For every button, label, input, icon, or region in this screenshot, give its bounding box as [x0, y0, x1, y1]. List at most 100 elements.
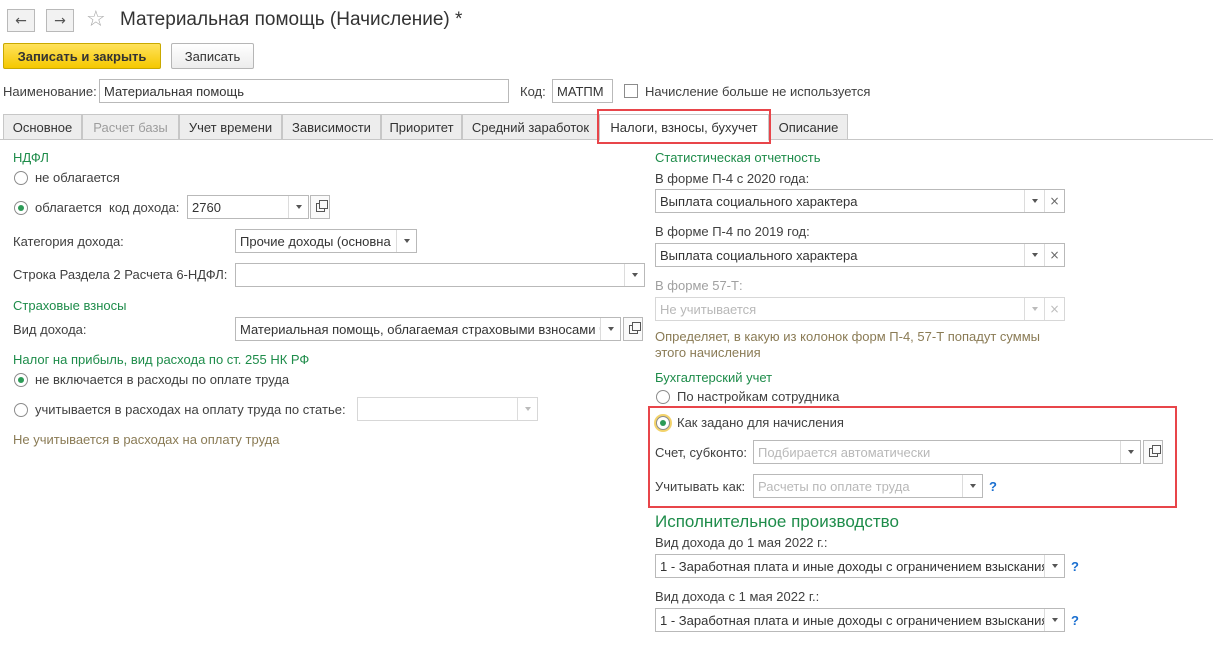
chevron-down-icon[interactable]	[517, 398, 537, 420]
f57-placeholder: Не учитывается	[660, 301, 757, 317]
enforcement-section-title: Исполнительное производство	[655, 512, 899, 531]
tab-dependencies[interactable]: Зависимости	[282, 114, 381, 140]
open-form-icon	[628, 321, 641, 334]
f57-label: В форме 57-Т:	[655, 278, 743, 293]
category-select[interactable]: Прочие доходы (основна	[235, 229, 417, 253]
chevron-down-icon[interactable]	[288, 196, 308, 218]
clear-icon[interactable]: ×	[1044, 298, 1064, 320]
arrow-left-icon: ←	[15, 12, 27, 29]
unused-checkbox[interactable]	[624, 84, 638, 98]
star-icon[interactable]: ☆	[86, 7, 106, 32]
by-employee-label: По настройкам сотрудника	[677, 389, 840, 404]
included-label: учитывается в расходах на оплату труда п…	[35, 402, 346, 417]
code-input[interactable]: МАТПМ	[552, 79, 613, 103]
before-may-label: Вид дохода до 1 мая 2022 г.:	[655, 535, 828, 550]
tab-base-calc[interactable]: Расчет базы	[82, 114, 179, 140]
after-may-label: Вид дохода с 1 мая 2022 г.:	[655, 589, 820, 604]
save-and-close-button[interactable]: Записать и закрыть	[3, 43, 161, 69]
before-may-select[interactable]: 1 - Заработная плата и иные доходы с огр…	[655, 554, 1065, 578]
account-label: Счет, субконто:	[655, 445, 748, 460]
insurance-income-type-label: Вид дохода:	[13, 322, 87, 337]
income-code-label: код дохода:	[109, 200, 180, 215]
p4-2020-value: Выплата социального характера	[660, 193, 858, 209]
clear-icon[interactable]: ×	[1044, 190, 1064, 212]
chevron-down-icon[interactable]	[962, 475, 982, 497]
treat-as-label: Учитывать как:	[655, 479, 746, 494]
back-button[interactable]: ←	[7, 9, 35, 32]
open-form-icon	[1148, 444, 1161, 457]
expense-article-select[interactable]	[357, 397, 538, 421]
not-included-label: не включается в расходы по оплате труда	[35, 372, 290, 387]
tab-taxes[interactable]: Налоги, взносы, бухучет	[599, 114, 769, 141]
name-value: Материальная помощь	[104, 83, 245, 99]
p4-2019-label: В форме П-4 по 2019 год:	[655, 224, 810, 239]
forward-button[interactable]: →	[46, 9, 74, 32]
code-value: МАТПМ	[557, 83, 604, 99]
tab-priority[interactable]: Приоритет	[381, 114, 462, 140]
tab-main[interactable]: Основное	[3, 114, 82, 140]
line-6ndfl-label: Строка Раздела 2 Расчета 6-НДФЛ:	[13, 267, 228, 282]
ndfl-taxed-label: облагается	[35, 200, 102, 215]
tab-time-accounting[interactable]: Учет времени	[179, 114, 282, 140]
tab-description[interactable]: Описание	[769, 114, 848, 140]
treat-as-placeholder: Расчеты по оплате труда	[758, 478, 910, 494]
as-set-label: Как задано для начисления	[677, 415, 844, 430]
included-radio[interactable]	[14, 403, 28, 417]
profit-tax-section-title: Налог на прибыль, вид расхода по ст. 255…	[13, 352, 310, 367]
name-input[interactable]: Материальная помощь	[99, 79, 509, 103]
category-label: Категория дохода:	[13, 234, 124, 249]
line-6ndfl-select[interactable]	[235, 263, 645, 287]
save-button[interactable]: Записать	[171, 43, 254, 69]
treat-as-select[interactable]: Расчеты по оплате труда	[753, 474, 983, 498]
before-may-value: 1 - Заработная плата и иные доходы с огр…	[660, 558, 1044, 574]
after-may-value: 1 - Заработная плата и иные доходы с огр…	[660, 612, 1044, 628]
p4-2019-select[interactable]: Выплата социального характера ×	[655, 243, 1065, 267]
chevron-down-icon[interactable]	[600, 318, 620, 340]
treat-as-help-icon[interactable]: ?	[989, 479, 997, 494]
profit-tax-note: Не учитывается в расходах на оплату труд…	[13, 432, 280, 447]
accounting-section-title: Бухгалтерский учет	[655, 370, 773, 385]
open-form-icon	[315, 199, 328, 212]
chevron-down-icon[interactable]	[1120, 441, 1140, 463]
income-code-open-button[interactable]	[310, 195, 330, 219]
before-may-help-icon[interactable]: ?	[1071, 559, 1079, 574]
clear-icon[interactable]: ×	[1044, 244, 1064, 266]
account-select[interactable]: Подбирается автоматически	[753, 440, 1141, 464]
chevron-down-icon[interactable]	[1044, 609, 1064, 631]
chevron-down-icon[interactable]	[624, 264, 644, 286]
f57-select[interactable]: Не учитывается ×	[655, 297, 1065, 321]
account-placeholder: Подбирается автоматически	[758, 444, 931, 460]
chevron-down-icon[interactable]	[1024, 298, 1044, 320]
page-title: Материальная помощь (Начисление) *	[120, 9, 463, 30]
category-value: Прочие доходы (основна	[240, 233, 391, 249]
after-may-select[interactable]: 1 - Заработная плата и иные доходы с огр…	[655, 608, 1065, 632]
account-open-button[interactable]	[1143, 440, 1163, 464]
as-set-radio[interactable]	[656, 416, 670, 430]
chevron-down-icon[interactable]	[1024, 244, 1044, 266]
ndfl-section-title: НДФЛ	[13, 150, 49, 165]
tab-average-earnings[interactable]: Средний заработок	[462, 114, 599, 140]
not-included-radio[interactable]	[14, 373, 28, 387]
stats-note-line1: Определяет, в какую из колонок форм П-4,…	[655, 329, 1041, 344]
insurance-income-type-select[interactable]: Материальная помощь, облагаемая страховы…	[235, 317, 621, 341]
stats-section-title: Статистическая отчетность	[655, 150, 821, 165]
ndfl-taxed-radio[interactable]	[14, 201, 28, 215]
by-employee-radio[interactable]	[656, 390, 670, 404]
income-code-select[interactable]: 2760	[187, 195, 309, 219]
arrow-right-icon: →	[54, 12, 66, 29]
code-label: Код:	[520, 84, 546, 99]
ndfl-not-taxed-label: не облагается	[35, 170, 120, 185]
p4-2020-label: В форме П-4 с 2020 года:	[655, 171, 810, 186]
name-label: Наименование:	[3, 84, 97, 99]
insurance-income-type-value: Материальная помощь, облагаемая страховы…	[240, 321, 600, 337]
ndfl-not-taxed-radio[interactable]	[14, 171, 28, 185]
insurance-open-button[interactable]	[623, 317, 643, 341]
chevron-down-icon[interactable]	[1024, 190, 1044, 212]
chevron-down-icon[interactable]	[396, 230, 416, 252]
after-may-help-icon[interactable]: ?	[1071, 613, 1079, 628]
p4-2020-select[interactable]: Выплата социального характера ×	[655, 189, 1065, 213]
p4-2019-value: Выплата социального характера	[660, 247, 858, 263]
income-code-value: 2760	[192, 199, 221, 215]
chevron-down-icon[interactable]	[1044, 555, 1064, 577]
insurance-section-title: Страховые взносы	[13, 298, 127, 313]
